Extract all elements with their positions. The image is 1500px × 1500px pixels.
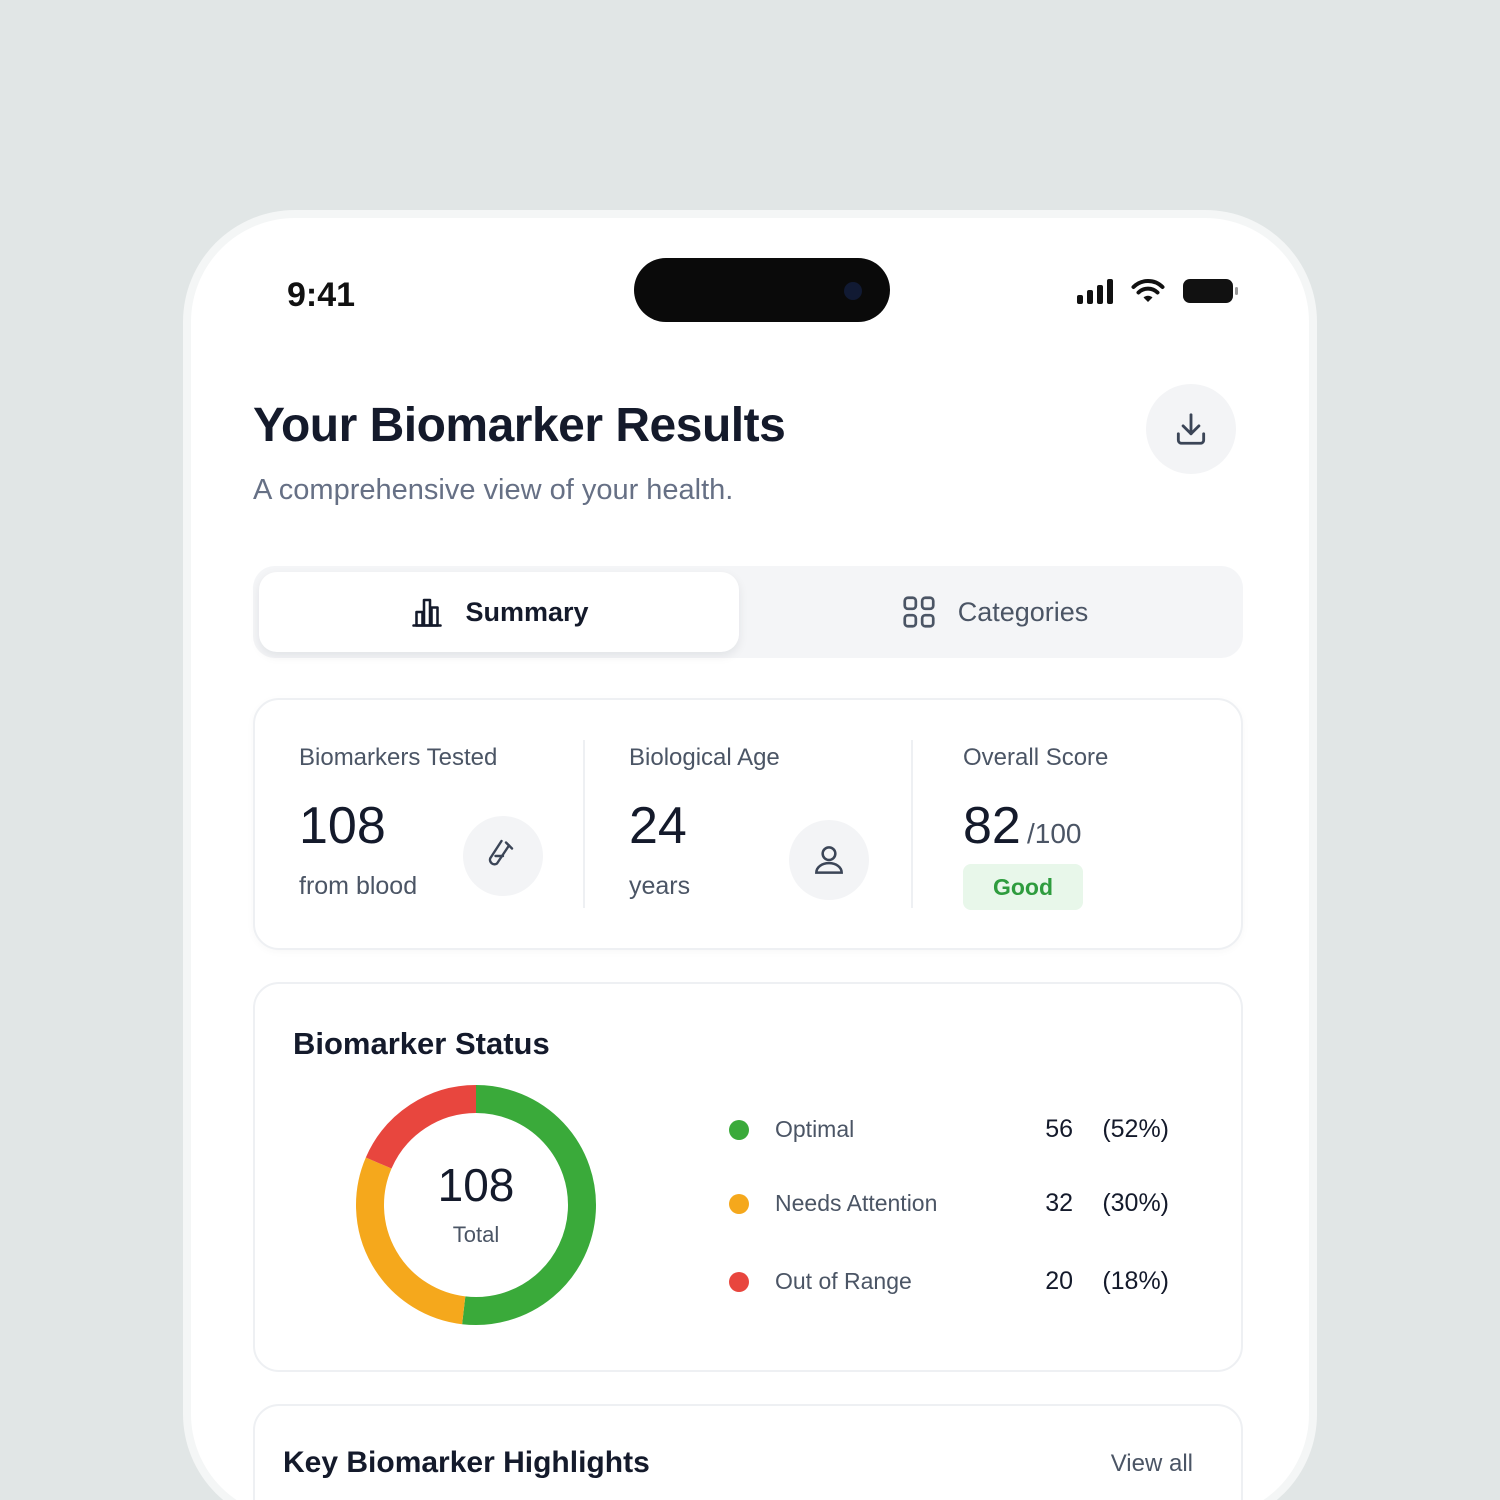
stat-value: 24 (629, 797, 687, 855)
stat-label: Overall Score (963, 744, 1109, 771)
legend-count: 56 (1045, 1115, 1073, 1143)
stat-biological-age: Biological Age 24 years (629, 700, 919, 948)
tab-categories-label: Categories (957, 596, 1089, 627)
legend-item-optimal: Optimal 56 (52%) (729, 1110, 1169, 1150)
donut-center: 108 Total (355, 1084, 597, 1326)
dynamic-island (634, 258, 890, 322)
legend-count: 20 (1045, 1267, 1073, 1295)
donut-total: 108 (437, 1159, 515, 1211)
stat-value: 82 (963, 797, 1021, 855)
legend-percent: (52%) (1102, 1115, 1169, 1143)
legend-item-out-of-range: Out of Range 20 (18%) (729, 1262, 1169, 1302)
legend-count: 32 (1045, 1189, 1073, 1217)
download-icon (1176, 413, 1206, 445)
card-title: Biomarker Status (293, 1026, 550, 1061)
tab-categories[interactable]: Categories (749, 572, 1239, 652)
stat-sub: from blood (299, 872, 418, 900)
bar-chart-icon (412, 598, 443, 627)
divider (911, 740, 913, 908)
page-subtitle: A comprehensive view of your health. (253, 474, 734, 506)
stat-label: Biological Age (629, 744, 780, 771)
test-tube-icon (463, 816, 543, 896)
donut-total-label: Total (452, 1222, 500, 1247)
person-icon (789, 820, 869, 900)
view-all-link[interactable]: View all (1111, 1450, 1193, 1478)
stat-label: Biomarkers Tested (299, 744, 498, 771)
highlights-card: Key Biomarker Highlights View all (253, 1404, 1243, 1500)
divider (583, 740, 585, 908)
legend-percent: (18%) (1102, 1267, 1169, 1295)
legend-name: Optimal (775, 1116, 855, 1142)
camera-icon (844, 282, 862, 300)
legend-dot (729, 1194, 749, 1214)
legend-name: Out of Range (775, 1268, 912, 1294)
biomarker-status-card: Biomarker Status 108 Total Optimal 56 (5… (253, 982, 1243, 1372)
legend-percent: (30%) (1102, 1189, 1169, 1217)
battery-icon (1183, 279, 1238, 303)
download-button[interactable] (1146, 384, 1236, 474)
stat-sub: years (629, 872, 691, 900)
stat-biomarkers-tested: Biomarkers Tested 108 from blood (299, 700, 589, 948)
wifi-icon (1131, 279, 1165, 302)
signal-icon (1077, 278, 1113, 304)
status-time: 9:41 (287, 276, 356, 314)
section-title: Key Biomarker Highlights (283, 1446, 650, 1479)
page-title: Your Biomarker Results (253, 399, 786, 452)
legend-dot (729, 1120, 749, 1140)
stat-value: 108 (299, 797, 386, 855)
legend-item-needs-attention: Needs Attention 32 (30%) (729, 1184, 1169, 1224)
tab-bar: Summary Categories (253, 566, 1243, 658)
grid-icon (903, 596, 935, 628)
status-badge: Good (963, 864, 1083, 910)
status-icons (1077, 278, 1238, 304)
legend-name: Needs Attention (775, 1190, 938, 1216)
tab-summary[interactable]: Summary (259, 572, 739, 652)
score-unit: /100 (1027, 818, 1082, 849)
tab-summary-label: Summary (465, 596, 589, 627)
phone-frame: 9:41 Your Biomarker Results A comprehens… (191, 218, 1309, 1500)
stats-card: Biomarkers Tested 108 from blood Biologi… (253, 698, 1243, 950)
legend-dot (729, 1272, 749, 1292)
stat-overall-score: Overall Score 82 /100 Good (963, 700, 1223, 948)
status-bar: 9:41 (191, 218, 1309, 368)
